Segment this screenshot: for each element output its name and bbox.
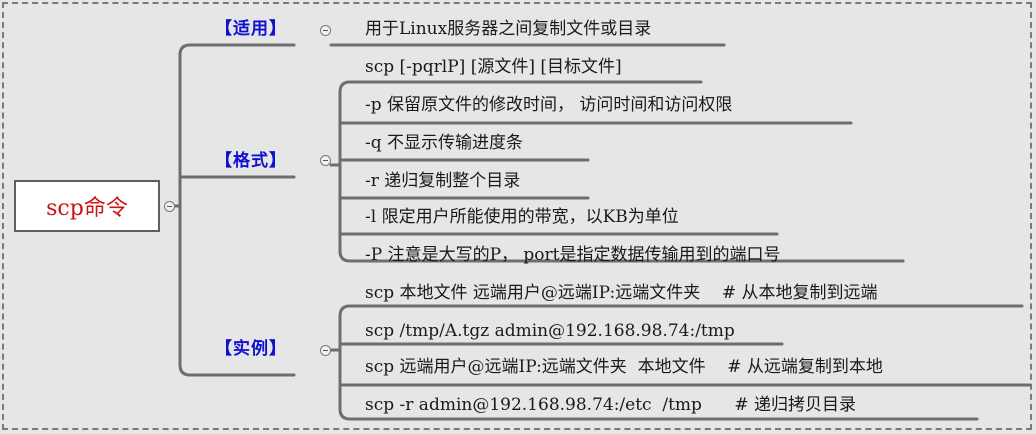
- topic-node[interactable]: scp 本地文件 远端用户@远端IP:远端文件夹 # 从本地复制到远端: [365, 283, 877, 303]
- collapse-toggle-icon[interactable]: [320, 25, 331, 36]
- section-applicability-label[interactable]: 【适用】: [215, 19, 287, 39]
- collapse-toggle-icon[interactable]: [320, 155, 331, 166]
- root-node[interactable]: scp命令: [14, 180, 160, 232]
- topic-node[interactable]: scp /tmp/A.tgz admin@192.168.98.74:/tmp: [365, 321, 735, 341]
- section-examples-label[interactable]: 【实例】: [215, 339, 287, 359]
- topic-node[interactable]: scp [-pqrlP] [源文件] [目标文件]: [365, 57, 622, 77]
- topic-node[interactable]: 用于Linux服务器之间复制文件或目录: [365, 19, 651, 39]
- topic-node[interactable]: -q 不显示传输进度条: [365, 133, 523, 153]
- topic-node[interactable]: -p 保留原文件的修改时间， 访问时间和访问权限: [365, 95, 732, 115]
- topic-node[interactable]: -r 递归复制整个目录: [365, 171, 520, 191]
- topic-node[interactable]: -P 注意是大写的P， port是指定数据传输用到的端口号: [365, 245, 781, 265]
- topic-node[interactable]: scp 远端用户@远端IP:远端文件夹 本地文件 # 从远端复制到本地: [365, 357, 883, 377]
- collapse-toggle-icon[interactable]: [164, 201, 175, 212]
- section-format-label[interactable]: 【格式】: [215, 151, 287, 171]
- topic-node[interactable]: scp -r admin@192.168.98.74:/etc /tmp # 递…: [365, 395, 856, 415]
- topic-node[interactable]: -l 限定用户所能使用的带宽，以KB为单位: [365, 207, 679, 227]
- collapse-toggle-icon[interactable]: [320, 345, 331, 356]
